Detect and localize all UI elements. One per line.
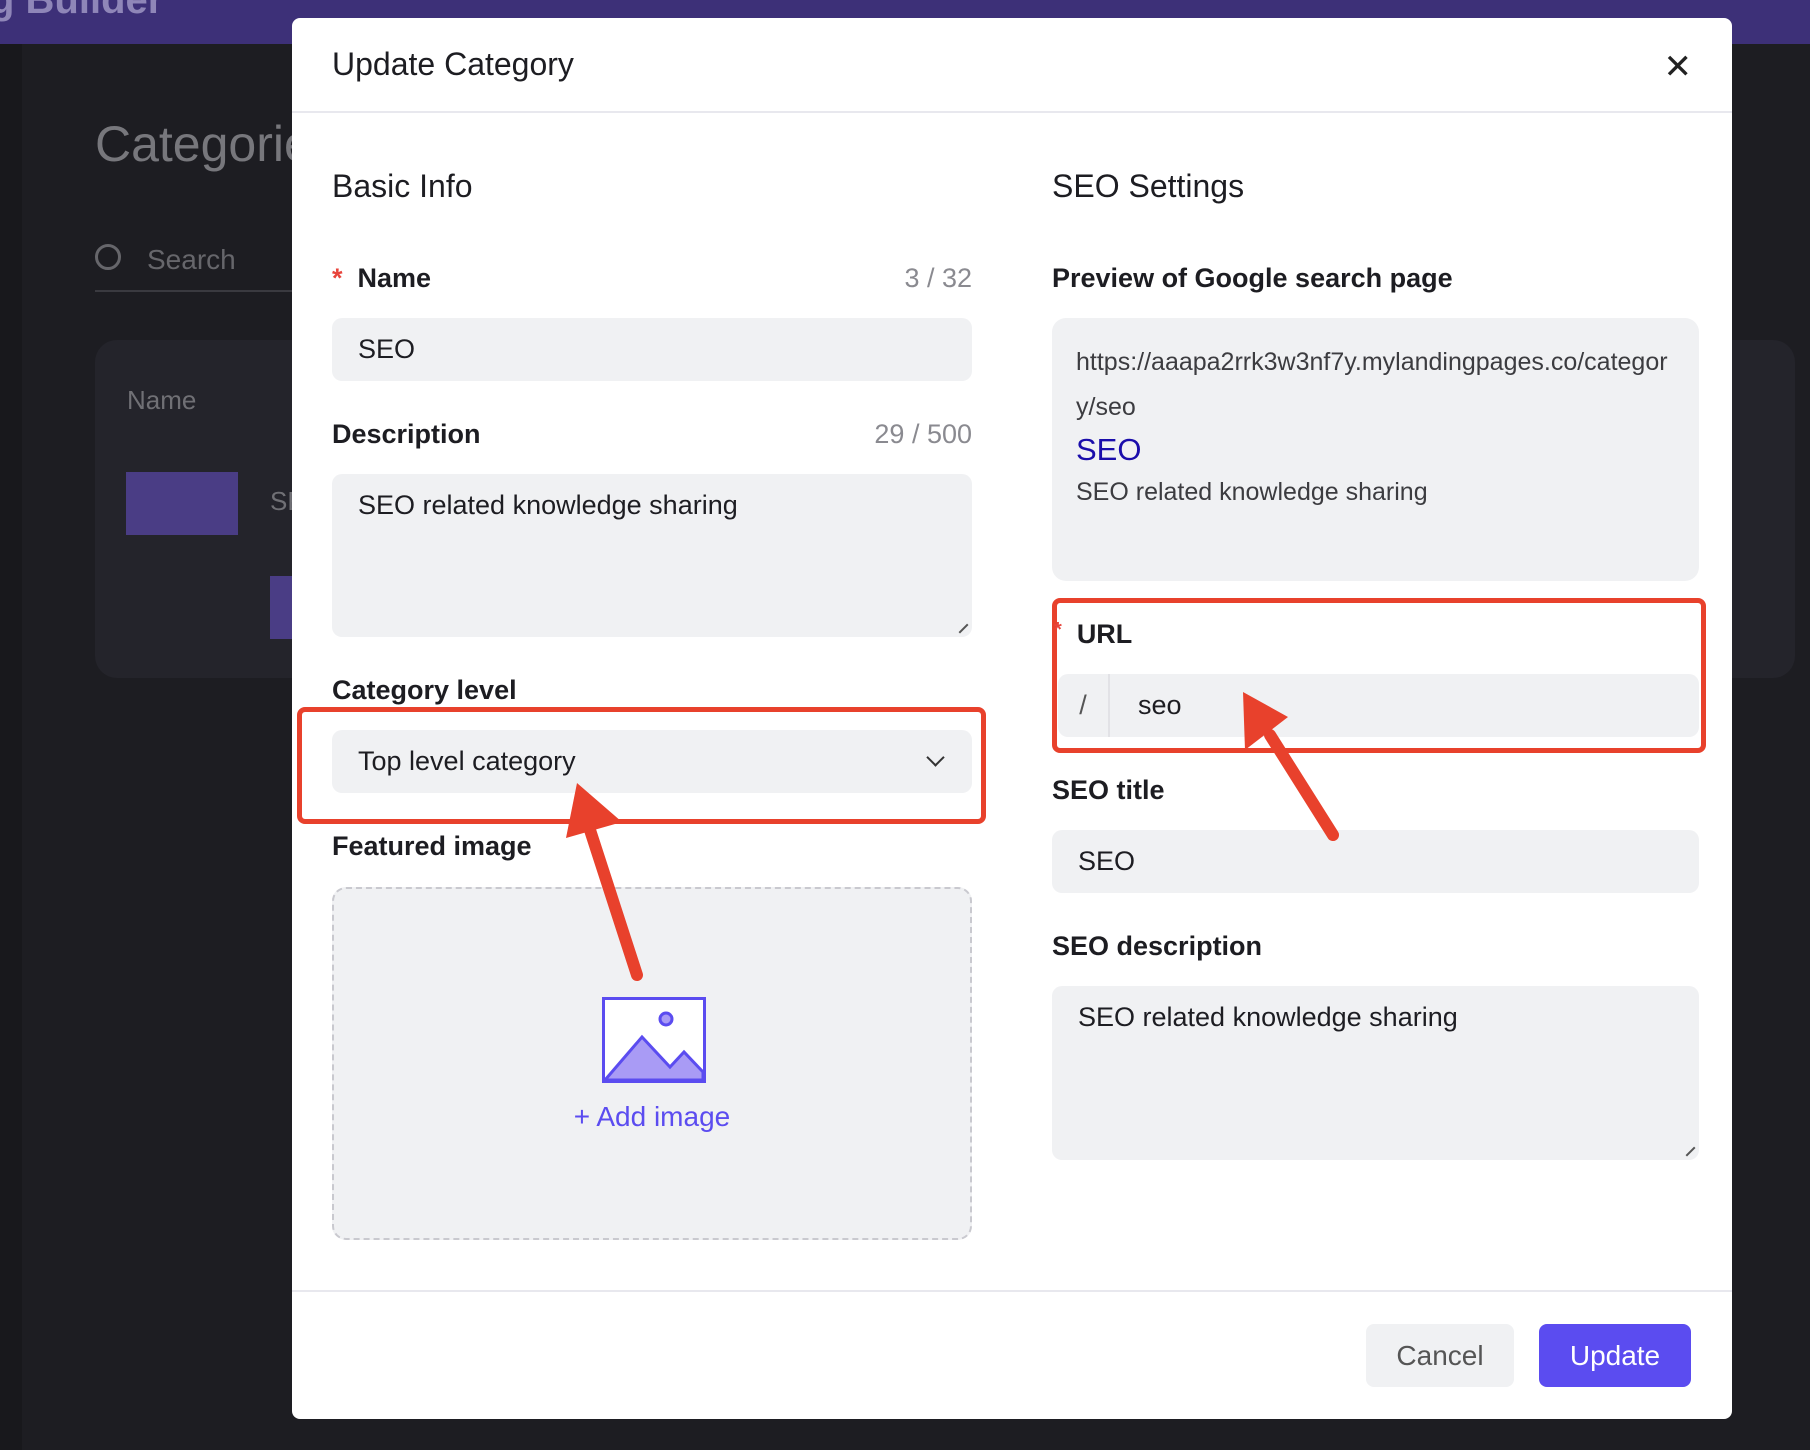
annotation-arrows: [566, 692, 1339, 981]
annotation-arrow: [1243, 692, 1339, 841]
annotation-arrow: [566, 783, 643, 981]
